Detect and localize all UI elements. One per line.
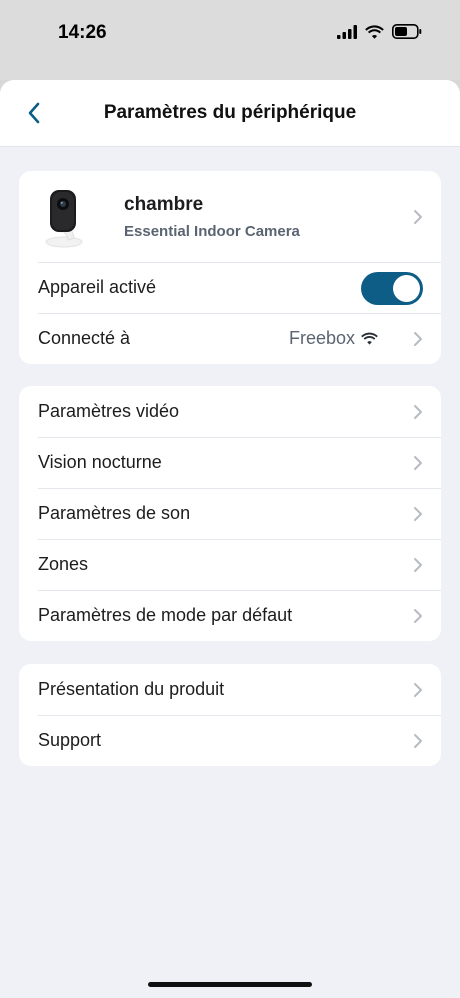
chevron-right-icon [414,682,422,697]
battery-icon [392,24,422,39]
chevron-right-icon [414,608,422,623]
status-bar: 14:26 [0,0,460,80]
zones-row[interactable]: Zones [19,539,441,590]
support-row[interactable]: Support [19,715,441,766]
chevron-right-icon [414,455,422,470]
toggle-knob [393,275,420,302]
wifi-icon [361,332,378,345]
chevron-right-icon [414,733,422,748]
device-name: chambre [124,193,204,215]
device-model: Essential Indoor Camera [124,222,300,240]
settings-card: Paramètres vidéo Vision nocturne Paramèt… [19,386,441,641]
device-enabled-row: Appareil activé [19,262,441,313]
product-overview-row[interactable]: Présentation du produit [19,664,441,715]
sound-settings-label: Paramètres de son [38,503,191,523]
status-time: 14:26 [58,22,107,43]
wifi-icon [365,24,384,39]
support-label: Support [38,730,102,750]
chevron-right-icon [414,209,422,224]
status-icons [337,24,422,39]
network-value: Freebox [289,328,378,349]
page-title: Paramètres du périphérique [103,102,357,123]
connected-to-label: Connecté à [38,328,131,348]
connected-to-row[interactable]: Connecté à Freebox [19,313,441,364]
sound-settings-row[interactable]: Paramètres de son [19,488,441,539]
device-info-row[interactable]: chambre Essential Indoor Camera [19,171,441,262]
chevron-right-icon [414,506,422,521]
home-indicator[interactable] [148,982,312,987]
chevron-right-icon [414,404,422,419]
default-mode-settings-row[interactable]: Paramètres de mode par défaut [19,590,441,641]
navigation-bar: Paramètres du périphérique [0,80,460,147]
chevron-right-icon [414,331,422,346]
night-vision-label: Vision nocturne [38,452,162,472]
video-settings-row[interactable]: Paramètres vidéo [19,386,441,437]
device-card: chambre Essential Indoor Camera Appareil… [19,171,441,364]
default-mode-settings-label: Paramètres de mode par défaut [38,605,293,625]
chevron-right-icon [414,557,422,572]
night-vision-row[interactable]: Vision nocturne [19,437,441,488]
network-name: Freebox [288,328,355,348]
camera-image [38,184,90,250]
video-settings-label: Paramètres vidéo [38,401,180,421]
device-settings-sheet: Paramètres du périphérique chambre Essen… [0,80,460,998]
info-card: Présentation du produit Support [19,664,441,766]
product-overview-label: Présentation du produit [38,679,225,699]
device-enabled-toggle[interactable] [361,272,423,305]
zones-label: Zones [38,554,89,574]
cellular-signal-icon [337,24,357,39]
